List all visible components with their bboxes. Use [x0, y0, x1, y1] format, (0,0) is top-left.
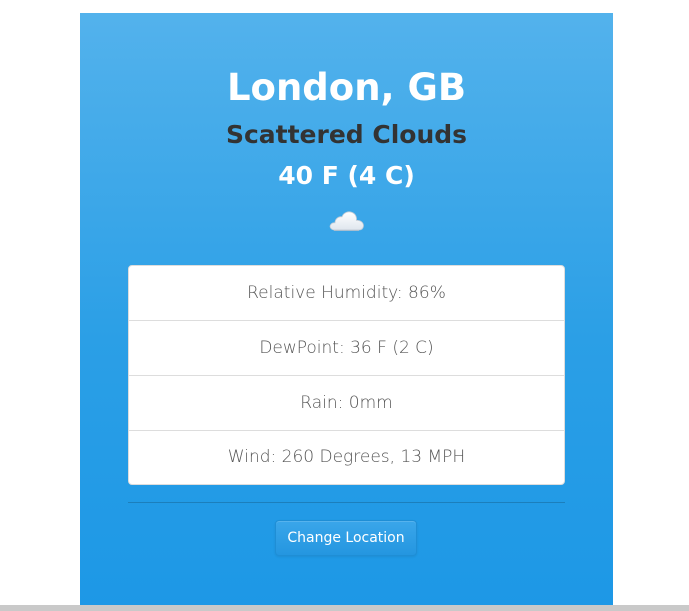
change-location-button[interactable]: Change Location — [275, 520, 417, 556]
temperature: 40 F (4 C) — [278, 161, 415, 190]
weather-card: London, GB Scattered Clouds 40 F (4 C) R… — [80, 13, 613, 605]
weather-details-list: Relative Humidity: 86% DewPoint: 36 F (2… — [128, 265, 565, 485]
cloud-icon — [328, 208, 366, 234]
horizontal-scrollbar[interactable] — [0, 605, 689, 611]
city-title: London, GB — [226, 66, 467, 109]
detail-wind: Wind: 260 Degrees, 13 MPH — [227, 447, 466, 467]
page: London, GB Scattered Clouds 40 F (4 C) R… — [0, 0, 689, 611]
detail-humidity: Relative Humidity: 86% — [129, 266, 564, 321]
divider — [128, 502, 565, 503]
detail-dewpoint: DewPoint: 36 F (2 C) — [129, 321, 564, 376]
weather-conditions: Scattered Clouds — [225, 120, 468, 149]
detail-rain: Rain: 0mm — [129, 376, 564, 431]
